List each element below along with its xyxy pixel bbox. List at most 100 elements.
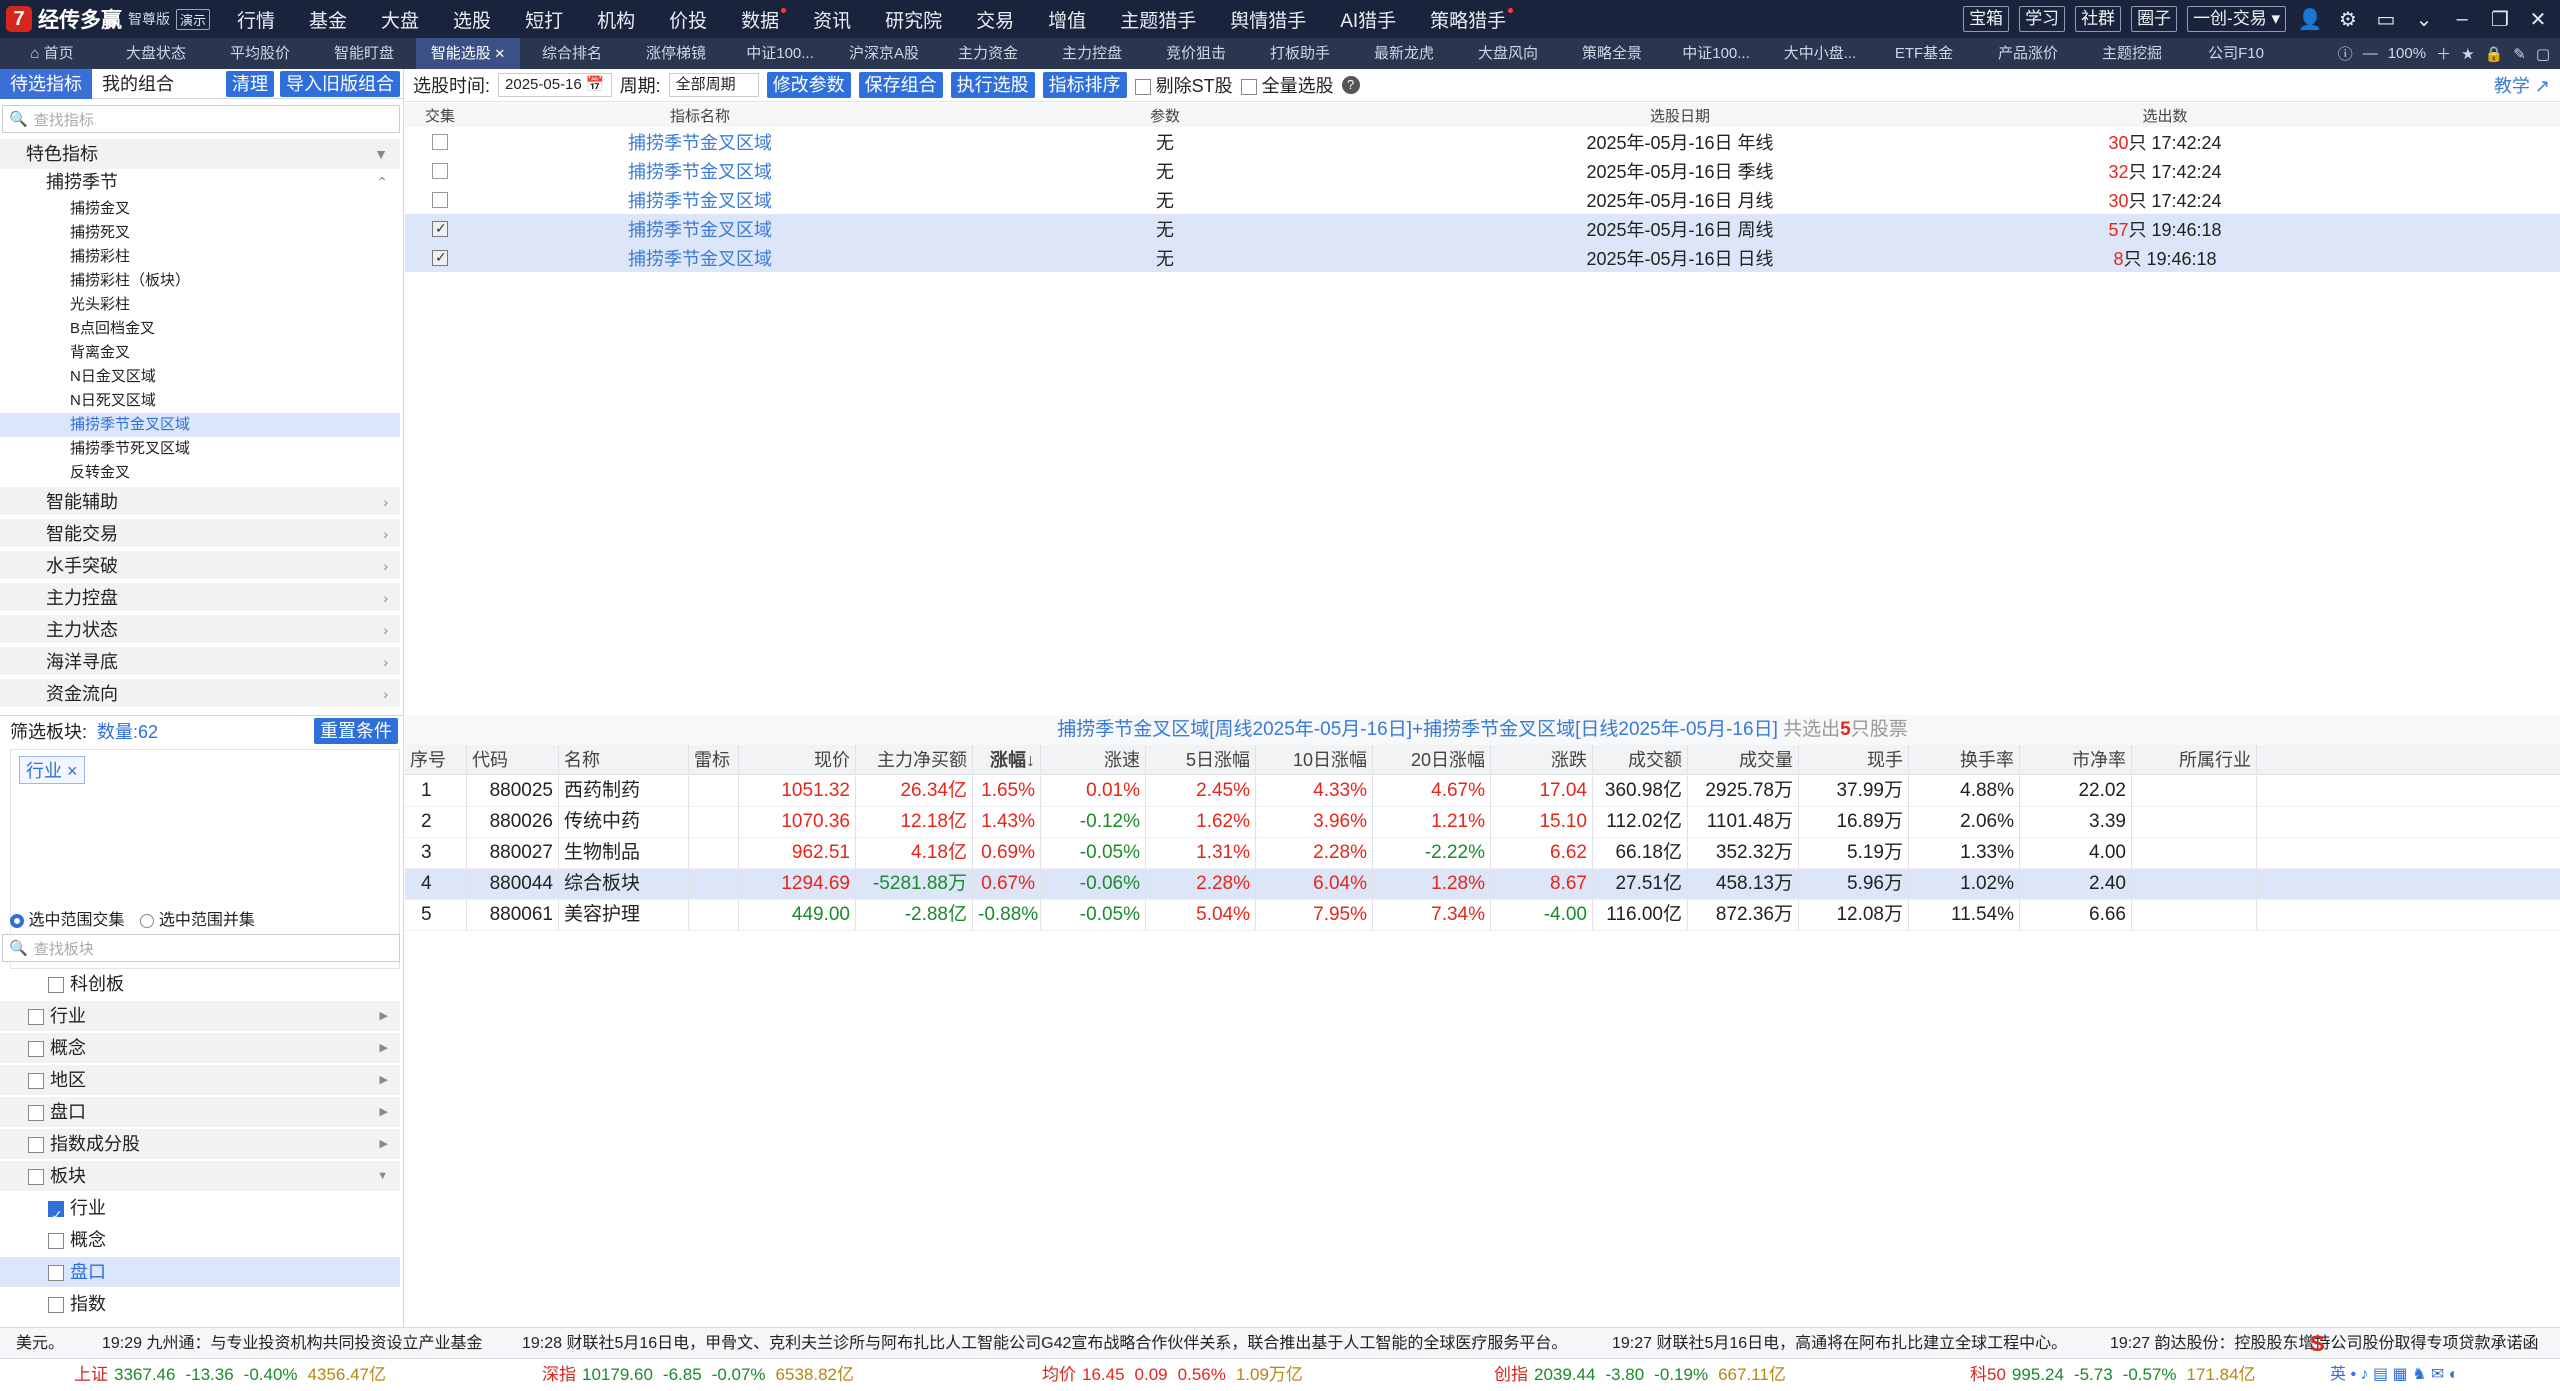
indicator-leaf[interactable]: 光头彩柱 (0, 293, 400, 317)
tree-season[interactable]: 捕捞季节 ⌃ (0, 169, 400, 195)
indicator-group[interactable]: 海洋寻底 › (0, 647, 400, 677)
close-icon[interactable]: ✕ (2524, 7, 2552, 32)
period-select[interactable]: 全部周期 (668, 73, 759, 97)
tab-item[interactable]: 沪深京A股 (832, 38, 936, 69)
teach-link[interactable]: 教学 ↗ (2494, 72, 2550, 98)
news-item[interactable]: 19:29 九州通：与专业投资机构共同投资设立产业基金 (102, 1328, 483, 1358)
indicator-leaf[interactable]: 捕捞季节金叉区域 (0, 413, 400, 437)
user-icon[interactable]: 👤 (2296, 7, 2324, 32)
gear-icon[interactable]: ⚙ (2334, 7, 2362, 32)
board-checkbox[interactable] (28, 1009, 44, 1026)
info-icon[interactable]: ⓘ (2338, 43, 2353, 64)
radio-union[interactable]: 选中范围并集 (140, 906, 255, 930)
indicator-leaf[interactable]: 背离金叉 (0, 341, 400, 365)
save-combo-button[interactable]: 保存组合 (858, 72, 943, 98)
news-item[interactable]: 19:27 财联社5月16日电，高通将在阿布扎比建立全球工程中心。 (1612, 1328, 2067, 1358)
filter-tag[interactable]: 行业 × (19, 756, 85, 784)
board-node[interactable]: 概念 (0, 1225, 400, 1255)
column-header[interactable]: 序号 (405, 745, 467, 774)
menu-item[interactable]: 行情 (220, 6, 292, 33)
board-node[interactable]: 板块 ▼ (0, 1161, 400, 1191)
circle-button[interactable]: 圈子 (2131, 6, 2178, 32)
indicator-row[interactable]: 捕捞季节金叉区域 无 2025年-05月-16日 年线 30只 17:42:24 (405, 127, 2560, 156)
indicator-group[interactable]: 主力状态 › (0, 615, 400, 645)
treasure-button[interactable]: 宝箱 (1963, 6, 2010, 32)
menu-item[interactable]: 基金 (292, 6, 364, 33)
column-header[interactable]: 现手 (1799, 745, 1909, 774)
indicator-group[interactable]: 主力控盘 › (0, 583, 400, 613)
board-checkbox[interactable] (28, 1041, 44, 1058)
indicator-search[interactable]: 🔍 查找指标 (2, 105, 400, 133)
board-node[interactable]: 科创板 (0, 969, 400, 999)
menu-item[interactable]: 舆情猎手 (1213, 6, 1323, 33)
indicator-name-link[interactable]: 捕捞季节金叉区域 (475, 216, 925, 242)
menu-item[interactable]: 大盘 (364, 6, 436, 33)
indicator-leaf[interactable]: 捕捞金叉 (0, 197, 400, 221)
tab-item[interactable]: ETF基金 (1872, 38, 1976, 69)
column-header[interactable]: 名称 (559, 745, 689, 774)
import-combo-button[interactable]: 导入旧版组合 (280, 70, 400, 97)
menu-item[interactable]: 价投 (652, 6, 724, 33)
tab-item[interactable]: 主力资金 (936, 38, 1040, 69)
board-node[interactable]: 地区 ▶ (0, 1065, 400, 1095)
board-node[interactable]: 盘口 ▶ (0, 1097, 400, 1127)
column-header[interactable]: 成交量 (1688, 745, 1799, 774)
indicator-group[interactable]: 智能辅助 › (0, 487, 400, 517)
tab-close-icon[interactable]: ✕ (491, 46, 505, 61)
indicator-leaf[interactable]: N日死叉区域 (0, 389, 400, 413)
board-checkbox[interactable] (28, 1137, 44, 1154)
column-header[interactable]: 现价 (739, 745, 856, 774)
column-header[interactable]: 5日涨幅 (1146, 745, 1256, 774)
trade-account-select[interactable]: 一创-交易 ▾ (2187, 6, 2286, 32)
indicator-row[interactable]: 捕捞季节金叉区域 无 2025年-05月-16日 日线 8只 19:46:18 (405, 243, 2560, 272)
column-header[interactable]: 雷标 (689, 745, 739, 774)
tab-item[interactable]: 智能盯盘 (312, 38, 416, 69)
star-icon[interactable]: ★ (2461, 45, 2474, 63)
help-icon[interactable]: ? (1341, 76, 1360, 94)
index-quote[interactable]: 科50 995.24 -5.73 -0.57% 171.84亿 (1970, 1359, 2256, 1391)
board-node[interactable]: 指数 (0, 1289, 400, 1319)
column-header[interactable]: 代码 (467, 745, 559, 774)
board-checkbox[interactable] (48, 1297, 64, 1314)
board-node[interactable]: 行业 (0, 1193, 400, 1230)
window-toggle-icon[interactable]: ▢ (2536, 45, 2550, 63)
tab-item[interactable]: 公司F10 (2184, 38, 2288, 69)
tab-item[interactable]: 平均股价 (208, 38, 312, 69)
tab-item[interactable]: 中证100... (1664, 38, 1768, 69)
menu-item[interactable]: 研究院 (868, 6, 959, 33)
chevron-down-icon[interactable]: ⌄ (2410, 7, 2438, 32)
column-header[interactable]: 涨幅↓ (973, 745, 1041, 774)
menu-item[interactable]: 增值 (1031, 6, 1103, 33)
column-header[interactable]: 10日涨幅 (1256, 745, 1373, 774)
indicator-group[interactable]: 资金流向 › (0, 679, 400, 709)
full-select-checkbox[interactable]: 全量选股 (1240, 72, 1334, 98)
tab-item[interactable]: 大盘风向 (1456, 38, 1560, 69)
exclude-st-checkbox[interactable]: 剔除ST股 (1134, 72, 1233, 98)
reset-conditions-button[interactable]: 重置条件 (314, 717, 398, 744)
tab-item[interactable]: 综合排名 (520, 38, 624, 69)
board-checkbox[interactable] (28, 1169, 44, 1186)
tab-item[interactable]: 智能选股 ✕ (416, 38, 520, 69)
tab-my-combo[interactable]: 我的组合 (92, 69, 184, 99)
run-selection-button[interactable]: 执行选股 (950, 72, 1035, 98)
column-header[interactable]: 成交额 (1593, 745, 1688, 774)
board-node[interactable]: 行业 ▶ (0, 1001, 400, 1031)
index-quote[interactable]: 均价 16.45 0.09 0.56% 1.09万亿 (1042, 1359, 1303, 1391)
tab-item[interactable]: 大中小盘... (1768, 38, 1872, 69)
indicator-leaf[interactable]: 捕捞季节死叉区域 (0, 437, 400, 461)
menu-item[interactable]: 机构 (580, 6, 652, 33)
indicator-group[interactable]: 水手突破 › (0, 551, 400, 581)
tray-icons[interactable]: 英 • ♪ ▤ ▦ ♞ ✉ ◐ (2330, 1359, 2458, 1391)
column-header[interactable]: 涨速 (1041, 745, 1146, 774)
column-header[interactable]: 所属行业 (2132, 745, 2257, 774)
board-node[interactable]: 指数成分股 ▶ (0, 1129, 400, 1159)
news-item[interactable]: 美元。 (16, 1328, 64, 1358)
indicator-name-link[interactable]: 捕捞季节金叉区域 (475, 187, 925, 213)
window-icon[interactable]: ▭ (2372, 7, 2400, 32)
sort-indicators-button[interactable]: 指标排序 (1042, 72, 1127, 98)
result-row[interactable]: 1 880025 西药制药 1051.32 26.34亿 1.65% 0.01% 2.45% 4… (405, 776, 2560, 807)
board-search[interactable]: 🔍 查找板块 (2, 934, 400, 962)
date-picker[interactable]: 2025-05-16 📅 (498, 73, 612, 97)
indicator-leaf[interactable]: B点回档金叉 (0, 317, 400, 341)
tab-item[interactable]: 主力控盘 (1040, 38, 1144, 69)
